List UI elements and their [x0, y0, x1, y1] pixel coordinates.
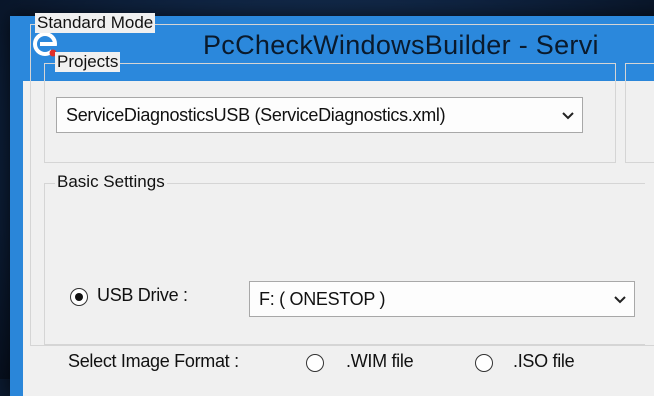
chevron-down-icon[interactable]	[612, 291, 628, 307]
project-select-value: ServiceDiagnosticsUSB (ServiceDiagnostic…	[66, 105, 446, 125]
projects-label: Projects	[55, 52, 121, 72]
usb-drive-select[interactable]: F: ( ONESTOP )	[249, 281, 635, 317]
image-format-label: Select Image Format :	[68, 351, 239, 371]
basic-settings-group: Basic Settings	[44, 172, 645, 345]
right-group-edge	[625, 63, 654, 163]
usb-drive-label: USB Drive :	[97, 285, 188, 305]
standard-mode-label: Standard Mode	[35, 13, 156, 33]
usb-drive-select-value: F: ( ONESTOP )	[259, 289, 386, 309]
wim-file-radio[interactable]	[306, 354, 324, 372]
basic-settings-label: Basic Settings	[55, 172, 167, 192]
iso-file-radio[interactable]	[475, 354, 493, 372]
usb-drive-radio[interactable]	[70, 288, 88, 306]
chevron-down-icon[interactable]	[560, 107, 576, 123]
project-select[interactable]: ServiceDiagnosticsUSB (ServiceDiagnostic…	[56, 97, 583, 133]
iso-file-label: .ISO file	[513, 351, 575, 371]
wim-file-label: .WIM file	[346, 351, 414, 371]
